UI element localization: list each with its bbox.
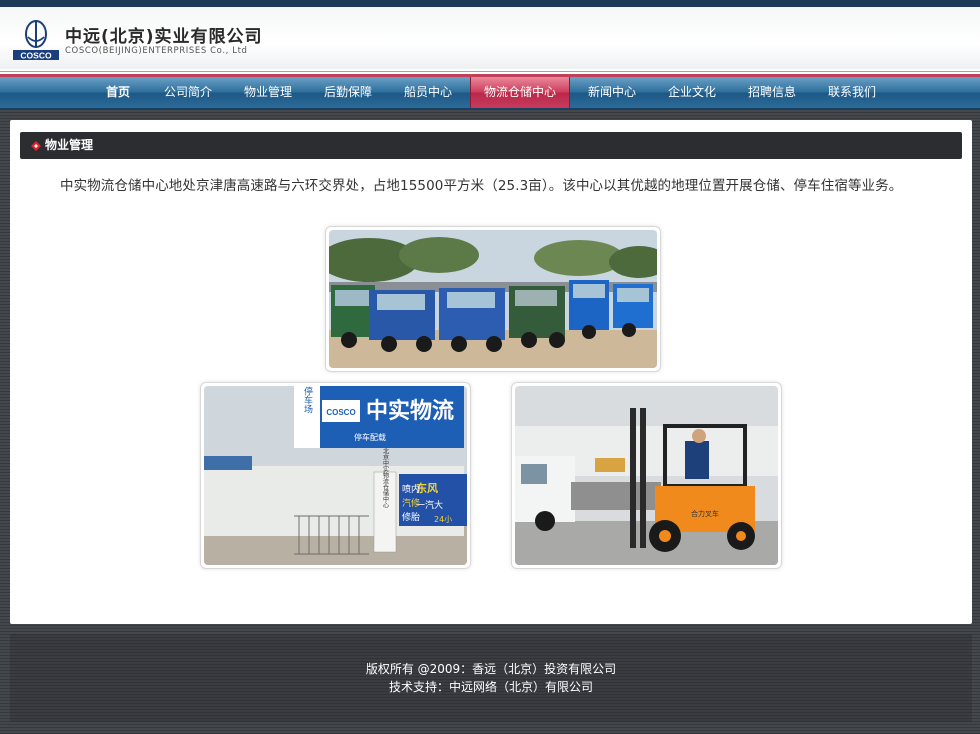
trucks-image	[329, 230, 657, 368]
header-divider-stripes	[0, 69, 980, 77]
nav-contact-us[interactable]: 联系我们	[824, 77, 880, 108]
footer-copyright: 版权所有 @2009：香远（北京）投资有限公司	[365, 662, 617, 676]
nav-corporate-culture[interactable]: 企业文化	[664, 77, 720, 108]
shop-sign-5: 汽修	[402, 497, 420, 509]
photo-trucks	[325, 226, 661, 372]
warehouse-entrance-image: 停车场 COSCO 中实物流 停车配载 东风 一汽大 24小 喷内 汽修 修胎 …	[204, 386, 467, 565]
vertical-sign-text: 北京中实物流仓储中心	[382, 447, 389, 508]
forklift-text: 合力叉车	[691, 509, 719, 518]
red-diamond-bullet-icon	[31, 141, 41, 151]
nav-company-profile[interactable]: 公司简介	[160, 77, 216, 108]
section-title: 物业管理	[45, 138, 94, 152]
footer-tech-support: 技术支持：中远网络（北京）有限公司	[388, 680, 593, 694]
logistics-sign-text: 中实物流	[366, 398, 454, 424]
company-name-cn: 中远(北京)实业有限公司	[65, 27, 263, 47]
shop-sign-3: 24小	[434, 515, 452, 524]
photo-forklift: 合力叉车	[511, 382, 782, 569]
site-header: COSCO 中远(北京)实业有限公司 COSCO(BEIJING)ENTERPR…	[0, 7, 980, 69]
nav-crew-center[interactable]: 船员中心	[400, 77, 456, 108]
parking-sign-text: 停车场	[302, 386, 313, 414]
site-footer: 版权所有 @2009：香远（北京）投资有限公司 技术支持：中远网络（北京）有限公…	[10, 634, 972, 722]
sign-subtitle-text: 停车配载	[354, 432, 386, 442]
nav-logistics-support[interactable]: 后勤保障	[320, 77, 376, 108]
nav-logistics-warehouse-center[interactable]: 物流仓储中心	[470, 77, 570, 108]
intro-paragraph: 中实物流仓储中心地处京津唐高速路与六环交界处，占地15500平方米（25.3亩）…	[60, 178, 903, 194]
nav-recruitment[interactable]: 招聘信息	[744, 77, 800, 108]
shop-sign-6: 修胎	[402, 511, 420, 523]
section-header: 物业管理	[20, 132, 962, 159]
forklift-image: 合力叉车	[515, 386, 778, 565]
content-panel: 物业管理 中实物流仓储中心地处京津唐高速路与六环交界处，占地15500平方米（2…	[10, 120, 972, 624]
cosco-logo-icon[interactable]: COSCO	[12, 19, 60, 61]
main-nav: 首页 公司简介 物业管理 后勤保障 船员中心 物流仓储中心 新闻中心 企业文化 …	[0, 77, 980, 109]
nav-property-management[interactable]: 物业管理	[240, 77, 296, 108]
top-accent-bar	[0, 0, 980, 7]
shop-sign-2: 一汽大	[416, 499, 443, 511]
nav-home[interactable]: 首页	[92, 77, 144, 108]
shop-sign-4: 喷内	[402, 483, 420, 495]
photo-warehouse-entrance: 停车场 COSCO 中实物流 停车配载 东风 一汽大 24小 喷内 汽修 修胎 …	[200, 382, 471, 569]
logo-text: COSCO	[20, 51, 52, 61]
nav-news-center[interactable]: 新闻中心	[584, 77, 640, 108]
company-name-en: COSCO(BEIJING)ENTERPRISES Co., Ltd	[65, 46, 248, 56]
sign-logo-text: COSCO	[326, 408, 355, 417]
